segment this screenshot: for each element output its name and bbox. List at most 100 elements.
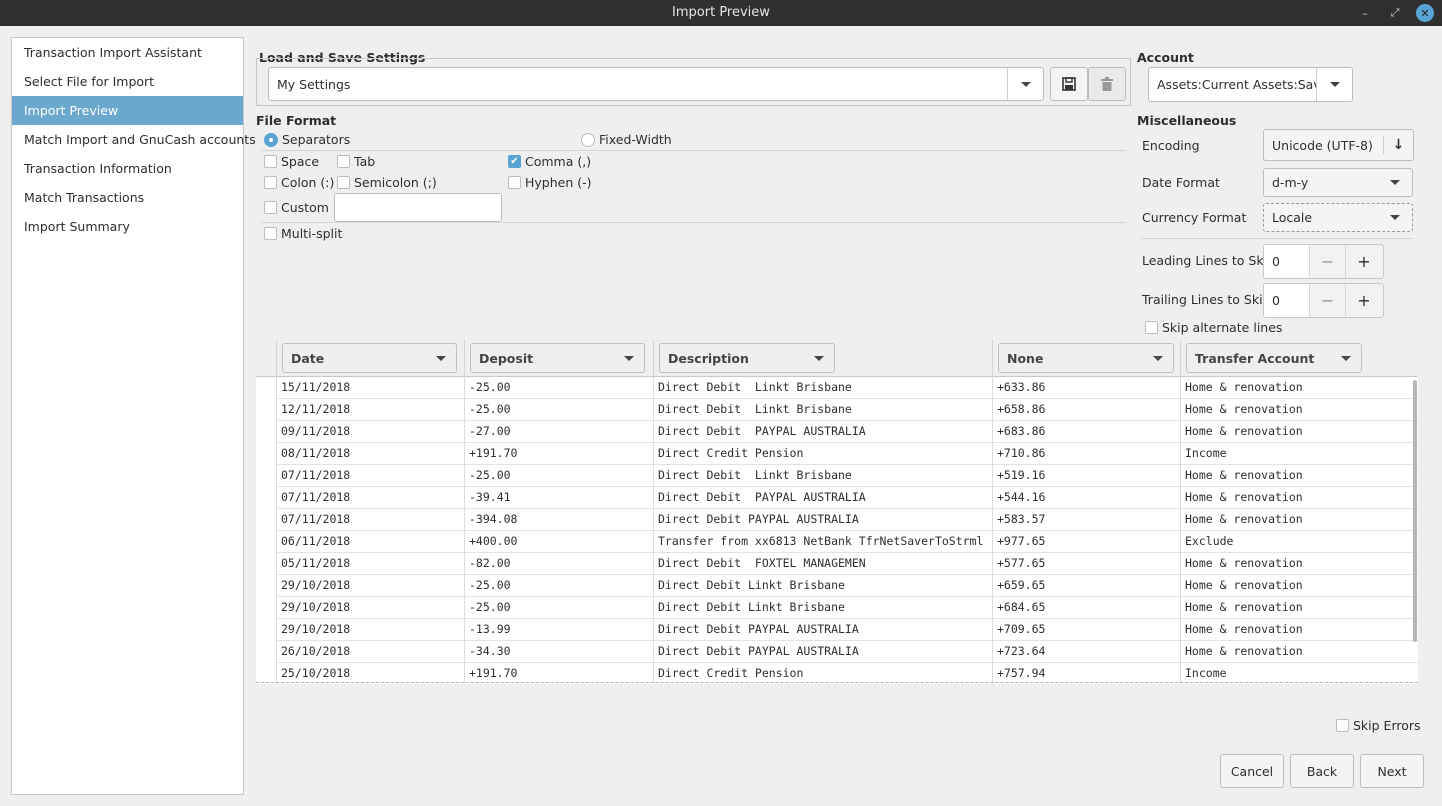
close-icon[interactable]: ✕	[1416, 4, 1434, 22]
table-row[interactable]: 07/11/2018 -39.41 Direct Debit PAYPAL AUST…	[256, 487, 1418, 509]
minus-icon[interactable]: −	[1310, 245, 1346, 278]
plus-icon[interactable]: +	[1346, 284, 1382, 317]
table-row[interactable]: 26/10/2018 -34.30 Direct Debit PAYPAL AUST…	[256, 641, 1418, 663]
table-row[interactable]: 12/11/2018 -25.00 Direct Debit Linkt Brisb…	[256, 399, 1418, 421]
table-row[interactable]: 07/11/2018 -25.00 Direct Debit Linkt Brisb…	[256, 465, 1418, 487]
cell-deposit: -25.00	[464, 597, 653, 619]
column-type-label: Date	[291, 350, 325, 366]
cell-description: Direct Debit Linkt Brisbane	[653, 465, 992, 487]
comma-checkbox[interactable]: ✔ Comma (,)	[508, 154, 591, 169]
checkbox-box	[508, 176, 521, 189]
column-separator[interactable]	[276, 340, 277, 377]
table-row[interactable]: 29/10/2018 -25.00 Direct Debit Linkt Brisb…	[256, 597, 1418, 619]
tab-checkbox[interactable]: Tab	[337, 154, 375, 169]
cell-none: +583.57	[992, 509, 1180, 531]
table-row[interactable]: 07/11/2018 -394.08 Direct Debit PAYPAL AUS…	[256, 509, 1418, 531]
checkbox-box	[337, 176, 350, 189]
table-row[interactable]: 09/11/2018 -27.00 Direct Debit PAYPAL AUST…	[256, 421, 1418, 443]
colon-checkbox[interactable]: Colon (:)	[264, 175, 334, 190]
column-type-combo-description[interactable]: Description	[659, 343, 835, 373]
cell-deposit: -82.00	[464, 553, 653, 575]
settings-combo[interactable]: My Settings	[268, 67, 1044, 101]
cell-description: Direct Debit Linkt Brisbane	[653, 399, 992, 421]
column-separator[interactable]	[992, 340, 993, 377]
separators-label: Separators	[282, 132, 351, 147]
table-row[interactable]: 29/10/2018 -25.00 Direct Debit Linkt Brisb…	[256, 575, 1418, 597]
column-separator[interactable]	[653, 340, 654, 377]
skip-errors-checkbox[interactable]: Skip Errors	[1336, 718, 1421, 733]
sidebar-item-import-summary[interactable]: Import Summary	[12, 212, 243, 241]
cell-date: 12/11/2018	[276, 399, 464, 421]
minimize-icon[interactable]: –	[1356, 4, 1374, 22]
fixed-width-radio[interactable]: Fixed-Width	[581, 132, 672, 147]
checkbox-box	[264, 176, 277, 189]
leading-lines-value[interactable]: 0	[1264, 245, 1310, 278]
cell-none: +709.65	[992, 619, 1180, 641]
cell-deposit: +191.70	[464, 443, 653, 465]
currency-format-combo[interactable]: Locale	[1263, 203, 1413, 232]
cell-deposit: -394.08	[464, 509, 653, 531]
back-button[interactable]: Back	[1290, 754, 1354, 788]
next-button[interactable]: Next	[1360, 754, 1424, 788]
checkbox-box	[1336, 719, 1349, 732]
date-format-combo[interactable]: d-m-y	[1263, 168, 1413, 197]
column-type-label: Deposit	[479, 350, 534, 366]
sidebar-item-match-import-and-gnucash-accounts[interactable]: Match Import and GnuCash accounts	[12, 125, 256, 154]
cell-deposit: +400.00	[464, 531, 653, 553]
sidebar-item-transaction-import-assistant[interactable]: Transaction Import Assistant	[12, 38, 243, 67]
chevron-down-icon	[1378, 180, 1412, 185]
cancel-button[interactable]: Cancel	[1220, 754, 1284, 788]
account-title: Account	[1137, 50, 1194, 65]
column-type-combo-none[interactable]: None	[998, 343, 1174, 373]
column-separator[interactable]	[1180, 340, 1181, 377]
leading-lines-spinner[interactable]: 0 − +	[1263, 244, 1384, 279]
hyphen-checkbox[interactable]: Hyphen (-)	[508, 175, 592, 190]
cell-none: +577.65	[992, 553, 1180, 575]
table-row[interactable]: 05/11/2018 -82.00 Direct Debit FOXTEL MANA…	[256, 553, 1418, 575]
column-type-combo-transfer-account[interactable]: Transfer Account	[1186, 343, 1362, 373]
sidebar-item-match-transactions[interactable]: Match Transactions	[12, 183, 243, 212]
sidebar-item-import-preview[interactable]: Import Preview	[12, 96, 243, 125]
skip-alternate-lines-label: Skip alternate lines	[1162, 320, 1283, 335]
chevron-down-icon[interactable]	[1316, 68, 1352, 101]
space-checkbox[interactable]: Space	[264, 154, 319, 169]
maximize-icon[interactable]: ⤢	[1386, 4, 1404, 22]
table-row[interactable]: 15/11/2018 -25.00 Direct Debit Linkt Brisb…	[256, 377, 1418, 399]
sidebar-item-transaction-information[interactable]: Transaction Information	[12, 154, 243, 183]
custom-separator-input[interactable]	[334, 193, 502, 222]
semicolon-checkbox[interactable]: Semicolon (;)	[337, 175, 437, 190]
trailing-lines-value[interactable]: 0	[1264, 284, 1310, 317]
table-row[interactable]: 06/11/2018 +400.00 Transfer from xx6813 Ne…	[256, 531, 1418, 553]
chevron-down-icon[interactable]	[1007, 68, 1043, 100]
skip-alternate-lines-checkbox[interactable]: Skip alternate lines	[1145, 320, 1282, 335]
trailing-lines-spinner[interactable]: 0 − +	[1263, 283, 1384, 318]
plus-icon[interactable]: +	[1346, 245, 1382, 278]
file-format-title: File Format	[256, 113, 337, 128]
cell-transfer-account: Exclude	[1180, 531, 1418, 553]
cell-description: Direct Debit Linkt Brisbane	[653, 575, 992, 597]
cell-date: 07/11/2018	[276, 465, 464, 487]
cell-transfer-account: Income	[1180, 443, 1418, 465]
custom-checkbox[interactable]: Custom	[264, 200, 329, 215]
cell-date: 29/10/2018	[276, 597, 464, 619]
vertical-scrollbar[interactable]	[1413, 380, 1417, 642]
column-type-combo-date[interactable]: Date	[282, 343, 457, 373]
column-type-combo-deposit[interactable]: Deposit	[470, 343, 645, 373]
column-separator[interactable]	[464, 340, 465, 377]
table-row[interactable]: 29/10/2018 -13.99 Direct Debit PAYPAL AUST…	[256, 619, 1418, 641]
cell-deposit: +191.70	[464, 663, 653, 684]
encoding-button[interactable]: Unicode (UTF-8) ↓	[1263, 129, 1414, 161]
currency-format-label: Currency Format	[1142, 210, 1247, 225]
cell-date: 05/11/2018	[276, 553, 464, 575]
date-format-value: d-m-y	[1272, 175, 1309, 190]
table-row[interactable]: 25/10/2018 +191.70 Direct Credit Pension +7…	[256, 663, 1418, 684]
multi-split-checkbox[interactable]: Multi-split	[264, 226, 342, 241]
save-settings-button[interactable]	[1050, 67, 1088, 101]
separators-radio[interactable]: Separators	[264, 132, 350, 147]
table-row[interactable]: 08/11/2018 +191.70 Direct Credit Pension +7…	[256, 443, 1418, 465]
delete-settings-button[interactable]	[1088, 67, 1126, 101]
divider	[262, 150, 1126, 151]
account-combo[interactable]: Assets:Current Assets:Savi	[1148, 67, 1353, 102]
minus-icon[interactable]: −	[1310, 284, 1346, 317]
sidebar-item-select-file-for-import[interactable]: Select File for Import	[12, 67, 243, 96]
